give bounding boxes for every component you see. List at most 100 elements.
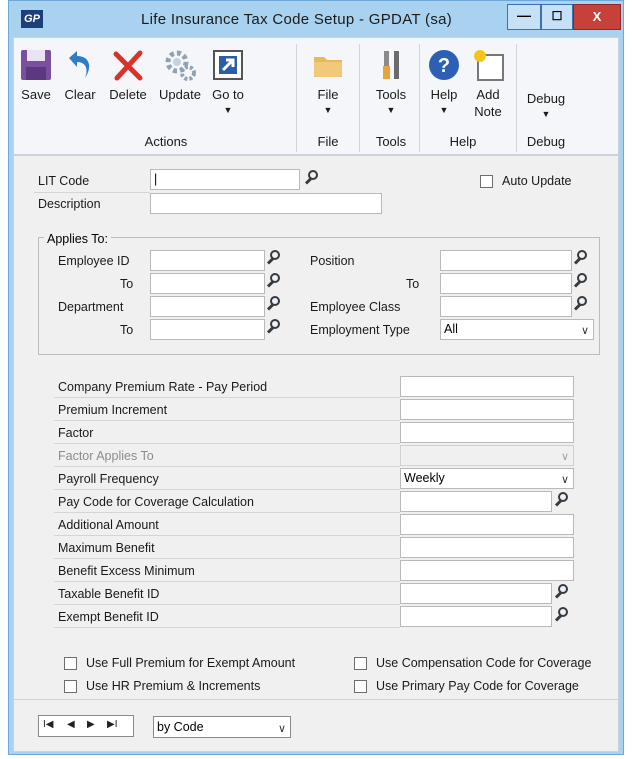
record-navigator: I◀ ◀ ▶ ▶I xyxy=(38,715,134,737)
ribbon-divider xyxy=(296,44,297,152)
position-from-lookup-icon[interactable] xyxy=(573,249,593,269)
taxable-benefit-id-lookup-icon[interactable] xyxy=(554,583,574,603)
group-label-tools: Tools xyxy=(375,134,407,149)
gears-icon xyxy=(163,48,197,82)
group-label-file: File xyxy=(317,134,339,149)
additional-amount-input[interactable] xyxy=(400,514,574,535)
factor-input[interactable] xyxy=(400,422,574,443)
factor-label: Factor xyxy=(58,426,94,440)
delete-button[interactable]: Delete xyxy=(106,42,150,103)
first-record-button[interactable]: I◀ xyxy=(43,719,53,730)
file-dropdown-icon: ▼ xyxy=(323,105,333,115)
premium-increment-input[interactable] xyxy=(400,399,574,420)
title-bar: GP Life Insurance Tax Code Setup - GPDAT… xyxy=(9,1,623,37)
position-label: Position xyxy=(310,254,355,268)
close-button[interactable]: X xyxy=(573,4,621,30)
maximum-benefit-input[interactable] xyxy=(400,537,574,558)
position-to-label: To xyxy=(406,277,420,291)
sort-by-select[interactable]: by Code ∨ xyxy=(153,716,291,738)
next-record-button[interactable]: ▶ xyxy=(87,719,95,730)
chevron-down-icon: ∨ xyxy=(277,723,286,735)
hr-premium-checkbox[interactable] xyxy=(64,680,77,693)
employee-id-to-lookup-icon[interactable] xyxy=(266,272,286,292)
factor-applies-to-label: Factor Applies To xyxy=(58,449,154,463)
debug-dropdown-icon: ▼ xyxy=(541,109,551,119)
taxable-benefit-id-label: Taxable Benefit ID xyxy=(58,587,160,601)
pay-code-coverage-lookup-icon[interactable] xyxy=(554,491,574,511)
goto-button[interactable]: Go to ▼ xyxy=(208,42,248,115)
premium-increment-label: Premium Increment xyxy=(58,403,168,417)
save-button[interactable]: Save xyxy=(16,42,56,103)
app-logo-icon: GP xyxy=(21,10,43,28)
tools-button[interactable]: Tools ▼ xyxy=(368,42,414,115)
pay-code-coverage-label: Pay Code for Coverage Calculation xyxy=(58,495,254,509)
minimize-button[interactable]: — xyxy=(507,4,541,30)
department-to-lookup-icon[interactable] xyxy=(266,318,286,338)
file-button[interactable]: File ▼ xyxy=(308,42,348,115)
pay-code-coverage-input[interactable] xyxy=(400,491,552,512)
position-from-input[interactable] xyxy=(440,250,572,271)
payroll-frequency-select[interactable]: Weekly ∨ xyxy=(400,468,574,489)
department-label: Department xyxy=(58,300,124,314)
description-input[interactable] xyxy=(150,193,382,214)
employee-id-from-lookup-icon[interactable] xyxy=(266,249,286,269)
chevron-down-icon: ∨ xyxy=(560,474,569,486)
last-record-button[interactable]: ▶I xyxy=(107,719,117,730)
exempt-benefit-id-input[interactable] xyxy=(400,606,552,627)
previous-record-button[interactable]: ◀ xyxy=(67,719,75,730)
clear-button[interactable]: Clear xyxy=(60,42,100,103)
add-note-button[interactable]: Add Note xyxy=(468,42,508,120)
position-to-input[interactable] xyxy=(440,273,572,294)
goto-arrow-icon xyxy=(211,48,245,82)
position-to-lookup-icon[interactable] xyxy=(573,272,593,292)
tools-dropdown-icon: ▼ xyxy=(386,105,396,115)
department-to-input[interactable] xyxy=(150,319,265,340)
maximize-button[interactable]: ☐ xyxy=(541,4,573,30)
employee-id-to-label: To xyxy=(120,277,134,291)
full-premium-label: Use Full Premium for Exempt Amount xyxy=(86,656,296,670)
employment-type-label: Employment Type xyxy=(310,323,410,337)
department-from-lookup-icon[interactable] xyxy=(266,295,286,315)
payroll-frequency-label: Payroll Frequency xyxy=(58,472,159,486)
tools-icon xyxy=(374,48,408,82)
full-premium-checkbox[interactable] xyxy=(64,657,77,670)
folder-icon xyxy=(311,48,345,82)
auto-update-checkbox[interactable] xyxy=(480,175,493,188)
chevron-down-icon: ∨ xyxy=(560,451,569,463)
benefit-excess-minimum-input[interactable] xyxy=(400,560,574,581)
exempt-benefit-id-label: Exempt Benefit ID xyxy=(58,610,159,624)
row-divider xyxy=(54,421,400,444)
chevron-down-icon: ∨ xyxy=(580,325,589,337)
employee-id-label: Employee ID xyxy=(58,254,130,268)
lit-code-lookup-icon[interactable] xyxy=(304,169,324,189)
taxable-benefit-id-input[interactable] xyxy=(400,583,552,604)
group-label-help: Help xyxy=(449,134,477,149)
maximum-benefit-label: Maximum Benefit xyxy=(58,541,155,555)
comp-code-label: Use Compensation Code for Coverage xyxy=(376,656,592,670)
row-divider xyxy=(34,170,150,193)
lit-code-input[interactable]: | xyxy=(150,169,300,190)
employment-type-select[interactable]: All ∨ xyxy=(440,319,594,340)
svg-text:?: ? xyxy=(438,55,450,77)
factor-applies-to-select: ∨ xyxy=(400,445,574,466)
ribbon-divider xyxy=(516,44,517,152)
save-icon xyxy=(19,48,53,82)
employee-class-input[interactable] xyxy=(440,296,572,317)
exempt-benefit-id-lookup-icon[interactable] xyxy=(554,606,574,626)
undo-icon xyxy=(63,48,97,82)
delete-x-icon xyxy=(111,48,145,82)
employee-id-to-input[interactable] xyxy=(150,273,265,294)
company-premium-rate-label: Company Premium Rate - Pay Period xyxy=(58,380,268,394)
hr-premium-label: Use HR Premium & Increments xyxy=(86,679,261,693)
update-button[interactable]: Update xyxy=(156,42,204,103)
help-button[interactable]: ? Help ▼ xyxy=(424,42,464,115)
goto-dropdown-icon: ▼ xyxy=(223,105,233,115)
employee-id-from-input[interactable] xyxy=(150,250,265,271)
company-premium-rate-input[interactable] xyxy=(400,376,574,397)
debug-button[interactable]: Debug ▼ xyxy=(522,90,570,119)
employee-class-lookup-icon[interactable] xyxy=(573,295,593,315)
department-from-input[interactable] xyxy=(150,296,265,317)
comp-code-checkbox[interactable] xyxy=(354,657,367,670)
app-window: GP Life Insurance Tax Code Setup - GPDAT… xyxy=(8,0,624,755)
primary-pay-checkbox[interactable] xyxy=(354,680,367,693)
